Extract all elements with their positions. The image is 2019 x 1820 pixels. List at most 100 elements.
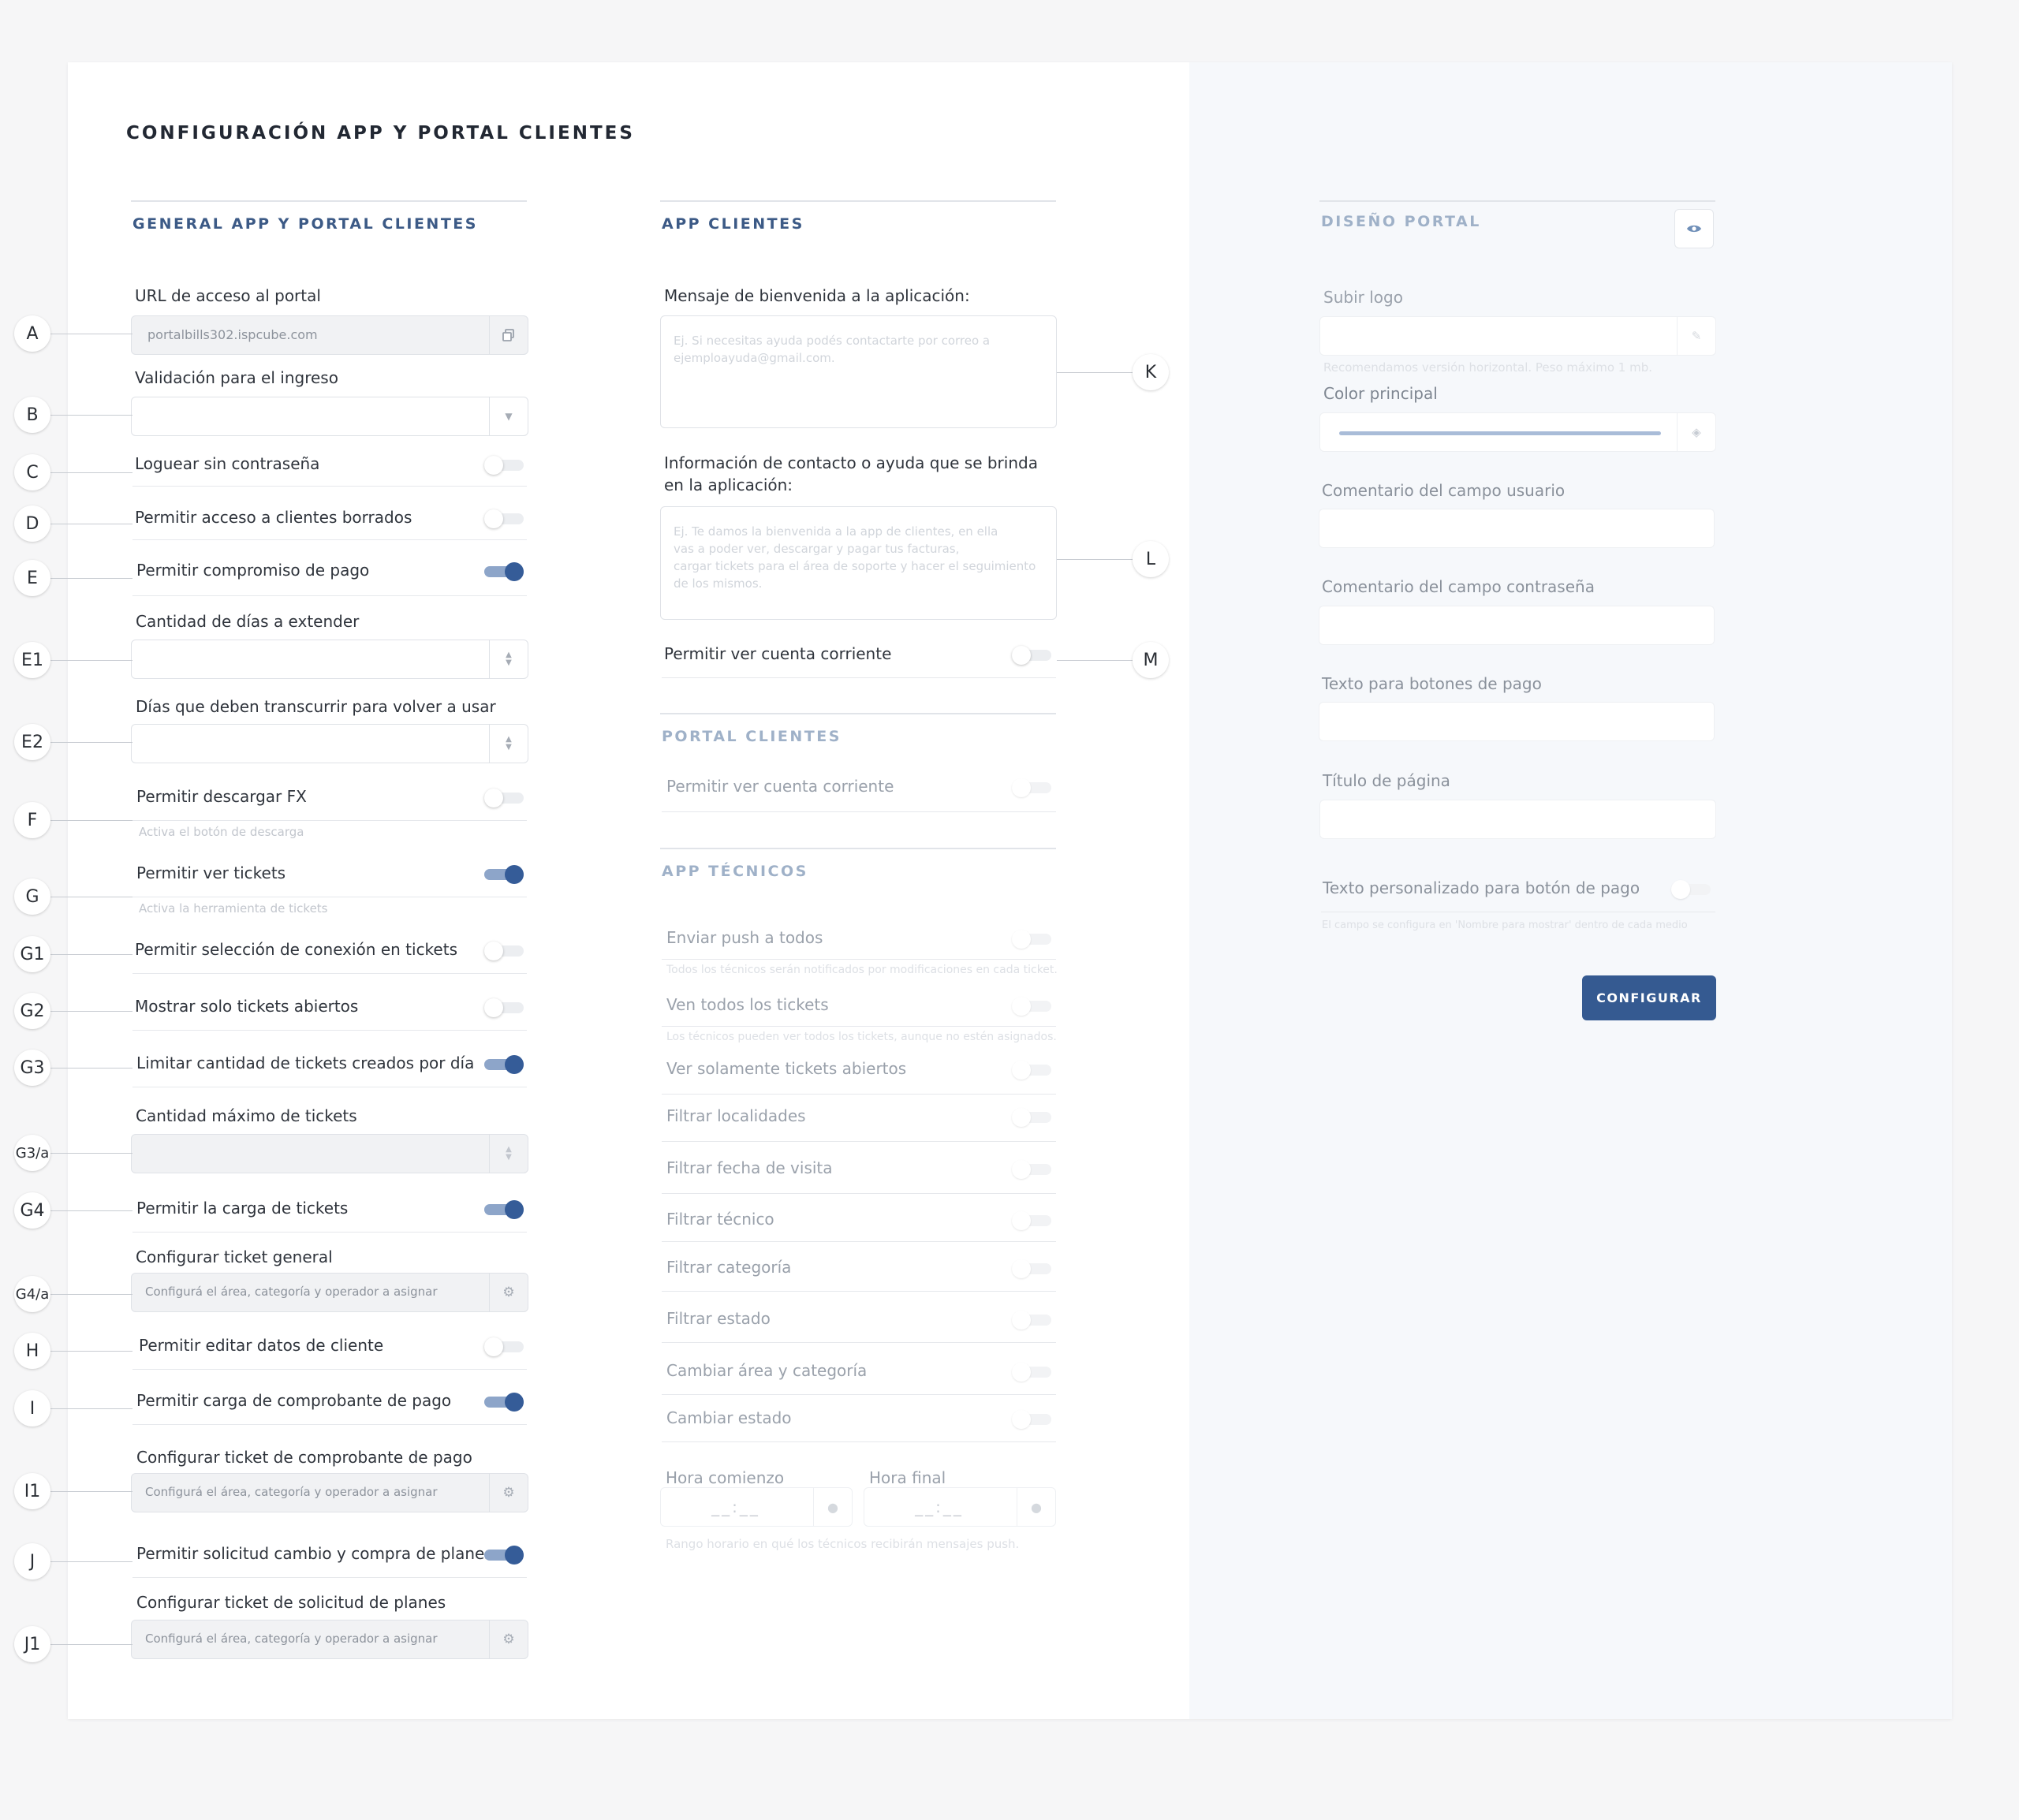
marker-g2: G2 [14, 993, 50, 1029]
clock-button[interactable]: ● [813, 1488, 852, 1526]
limit-tickets-toggle[interactable] [484, 1055, 524, 1074]
allow-tickets-toggle[interactable] [484, 865, 524, 884]
push-all-toggle[interactable] [1012, 930, 1051, 949]
config-receipt-ticket-placeholder: Configurá el área, categoría y operador … [145, 1485, 438, 1499]
only-open-toggle[interactable] [484, 998, 524, 1017]
row-divider [662, 959, 1056, 960]
stepper-button[interactable]: ▲ ▼ [489, 640, 528, 678]
configure-button[interactable]: CONFIGURAR [1582, 975, 1716, 1020]
filter-state-toggle[interactable] [1012, 1311, 1051, 1330]
gear-icon: ⚙ [502, 1285, 515, 1300]
edit-client-toggle[interactable] [484, 1337, 524, 1356]
days-extend-stepper[interactable]: ▲ ▼ [131, 640, 528, 679]
config-receipt-ticket-field[interactable]: Configurá el área, categoría y operador … [131, 1473, 528, 1512]
settings-button[interactable]: ⚙ [489, 1620, 528, 1658]
marker-leader [50, 954, 132, 955]
logo-upload-field[interactable]: ✎ [1319, 316, 1716, 356]
pass-comment-input[interactable] [1319, 606, 1715, 645]
section-divider [660, 200, 1056, 202]
section-divider [660, 848, 1056, 849]
filter-cat-toggle[interactable] [1012, 1259, 1051, 1278]
conn-select-toggle[interactable] [484, 942, 524, 960]
url-field: portalbills302.ispcube.com [131, 315, 528, 355]
allow-deleted-toggle[interactable] [484, 509, 524, 528]
see-all-label: Ven todos los tickets [666, 995, 829, 1014]
marker-e: E [14, 560, 50, 596]
config-plan-ticket-label: Configurar ticket de solicitud de planes [136, 1593, 446, 1612]
config-plan-ticket-field[interactable]: Configurá el área, categoría y operador … [131, 1620, 528, 1659]
section-divider [1319, 200, 1715, 202]
color-picker-field[interactable]: ◈ [1319, 412, 1716, 452]
end-time-input[interactable]: __:__ ● [864, 1487, 1056, 1527]
copy-button[interactable] [489, 316, 528, 354]
stepper-button[interactable]: ▲ ▼ [489, 725, 528, 763]
change-state-toggle[interactable] [1012, 1410, 1051, 1429]
change-area-toggle[interactable] [1012, 1363, 1051, 1382]
marker-leader [50, 1011, 132, 1012]
login-no-pass-toggle[interactable] [484, 456, 524, 475]
allow-fx-toggle[interactable] [484, 789, 524, 807]
section-divider [131, 200, 527, 202]
custom-pay-toggle[interactable] [1671, 880, 1711, 899]
start-time-input[interactable]: __:__ ● [660, 1487, 853, 1527]
custom-pay-label: Texto personalizado para botón de pago [1323, 878, 1640, 897]
attach-button[interactable]: ✎ [1677, 317, 1715, 355]
pay-btn-text-input[interactable] [1319, 702, 1715, 741]
general-section-title: GENERAL APP Y PORTAL CLIENTES [132, 215, 478, 233]
push-all-label: Enviar push a todos [666, 928, 823, 947]
validation-select[interactable]: ▼ [131, 397, 528, 436]
row-divider [662, 1026, 1056, 1027]
days-reuse-label: Días que deben transcurrir para volver a… [136, 697, 496, 716]
plan-request-toggle[interactable] [484, 1546, 524, 1565]
app-account-label: Permitir ver cuenta corriente [664, 644, 892, 663]
row-divider [662, 1291, 1056, 1292]
preview-button[interactable] [1674, 209, 1714, 248]
marker-leader [50, 1153, 132, 1154]
edit-client-label: Permitir editar datos de cliente [139, 1336, 384, 1355]
max-tickets-stepper[interactable]: ▲ ▼ [131, 1134, 528, 1173]
contact-textarea[interactable]: Ej. Te damos la bienvenida a la app de c… [660, 506, 1057, 620]
see-all-toggle[interactable] [1012, 997, 1051, 1016]
portal-section-title: PORTAL CLIENTES [662, 728, 842, 745]
allow-fx-help: Activa el botón de descarga [139, 825, 304, 839]
user-comment-input[interactable] [1319, 509, 1715, 548]
settings-button[interactable]: ⚙ [489, 1474, 528, 1512]
portal-account-toggle[interactable] [1012, 778, 1051, 797]
row-divider [132, 1030, 527, 1031]
days-extend-label: Cantidad de días a extender [136, 612, 360, 631]
row-divider [132, 539, 527, 540]
clock-icon: ● [1031, 1499, 1042, 1515]
filter-date-toggle[interactable] [1012, 1160, 1051, 1179]
tech-only-open-toggle[interactable] [1012, 1061, 1051, 1080]
contact-placeholder: Ej. Te damos la bienvenida a la app de c… [674, 524, 1036, 591]
page-title-input[interactable] [1319, 800, 1716, 839]
marker-e1: E1 [14, 642, 50, 678]
clock-button[interactable]: ● [1017, 1488, 1055, 1526]
app-account-toggle[interactable] [1012, 646, 1051, 665]
dropdown-button[interactable]: ▼ [489, 397, 528, 435]
start-time-label: Hora comienzo [666, 1468, 785, 1487]
marker-d: D [14, 505, 50, 542]
validation-label: Validación para el ingreso [135, 368, 338, 387]
stepper-button[interactable]: ▲ ▼ [489, 1135, 528, 1173]
payment-commit-toggle[interactable] [484, 562, 524, 581]
ticket-upload-toggle[interactable] [484, 1200, 524, 1219]
marker-leader [50, 1408, 132, 1409]
filter-loc-toggle[interactable] [1012, 1108, 1051, 1127]
clock-icon: ● [827, 1499, 838, 1515]
url-label: URL de acceso al portal [135, 286, 321, 305]
settings-button[interactable]: ⚙ [489, 1274, 528, 1311]
row-divider [132, 1369, 527, 1370]
color-fill-button[interactable]: ◈ [1677, 413, 1715, 451]
stepper-arrows-icon: ▲ ▼ [506, 735, 512, 751]
filter-tech-toggle[interactable] [1012, 1211, 1051, 1230]
days-reuse-stepper[interactable]: ▲ ▼ [131, 724, 528, 763]
color-swatch [1339, 431, 1661, 435]
config-general-ticket-field[interactable]: Configurá el área, categoría y operador … [131, 1273, 528, 1312]
receipt-upload-toggle[interactable] [484, 1393, 524, 1412]
marker-h: H [14, 1333, 50, 1369]
config-card [68, 62, 1952, 1719]
welcome-textarea[interactable]: Ej. Si necesitas ayuda podés contactarte… [660, 315, 1057, 428]
marker-i1: I1 [14, 1473, 50, 1509]
marker-leader [50, 415, 132, 416]
